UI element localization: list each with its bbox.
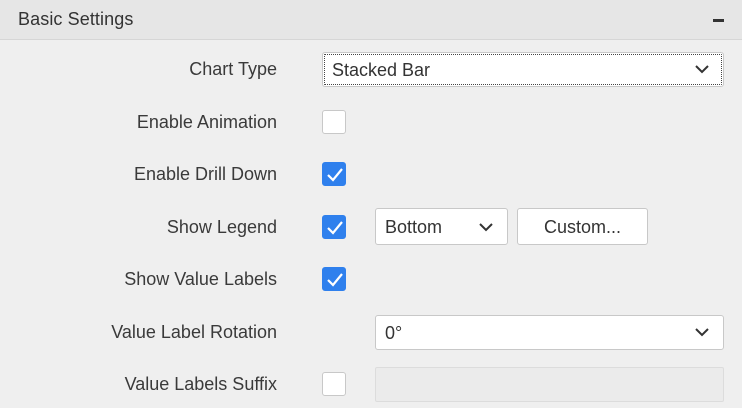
value-label-rotation-label: Value Label Rotation bbox=[111, 322, 277, 342]
enable-drill-down-checkbox[interactable] bbox=[322, 162, 346, 186]
show-value-labels-label: Show Value Labels bbox=[124, 269, 277, 289]
panel-header[interactable]: Basic Settings bbox=[0, 0, 742, 40]
chevron-down-icon bbox=[695, 328, 709, 337]
legend-position-select[interactable]: Bottom bbox=[375, 208, 508, 245]
legend-position-value: Bottom bbox=[385, 217, 443, 237]
chart-type-label: Chart Type bbox=[189, 59, 277, 79]
value-labels-suffix-checkbox[interactable] bbox=[322, 372, 346, 396]
chevron-down-icon bbox=[479, 223, 493, 232]
value-labels-suffix-label: Value Labels Suffix bbox=[124, 374, 277, 394]
legend-custom-button-label: Custom... bbox=[543, 217, 622, 237]
show-legend-label: Show Legend bbox=[166, 217, 277, 237]
chevron-down-icon bbox=[695, 65, 709, 74]
value-label-rotation-select[interactable]: 0° bbox=[375, 315, 724, 350]
enable-animation-checkbox[interactable] bbox=[322, 110, 346, 134]
chart-type-value: Stacked Bar bbox=[332, 60, 431, 80]
enable-drill-down-label: Enable Drill Down bbox=[133, 164, 277, 184]
value-label-rotation-value: 0° bbox=[385, 323, 403, 343]
enable-animation-label: Enable Animation bbox=[136, 112, 277, 132]
checkmark-icon bbox=[327, 221, 343, 235]
panel-title: Basic Settings bbox=[18, 9, 134, 29]
basic-settings-panel: Basic Settings Chart Type Stacked Bar En… bbox=[0, 0, 742, 408]
show-legend-checkbox[interactable] bbox=[322, 215, 346, 239]
chart-type-select[interactable]: Stacked Bar bbox=[322, 52, 724, 87]
value-labels-suffix-input[interactable] bbox=[375, 367, 724, 402]
minus-icon[interactable] bbox=[713, 19, 724, 22]
checkmark-icon bbox=[327, 168, 343, 182]
legend-custom-button[interactable]: Custom... bbox=[517, 208, 648, 245]
show-value-labels-checkbox[interactable] bbox=[322, 267, 346, 291]
checkmark-icon bbox=[327, 273, 343, 287]
